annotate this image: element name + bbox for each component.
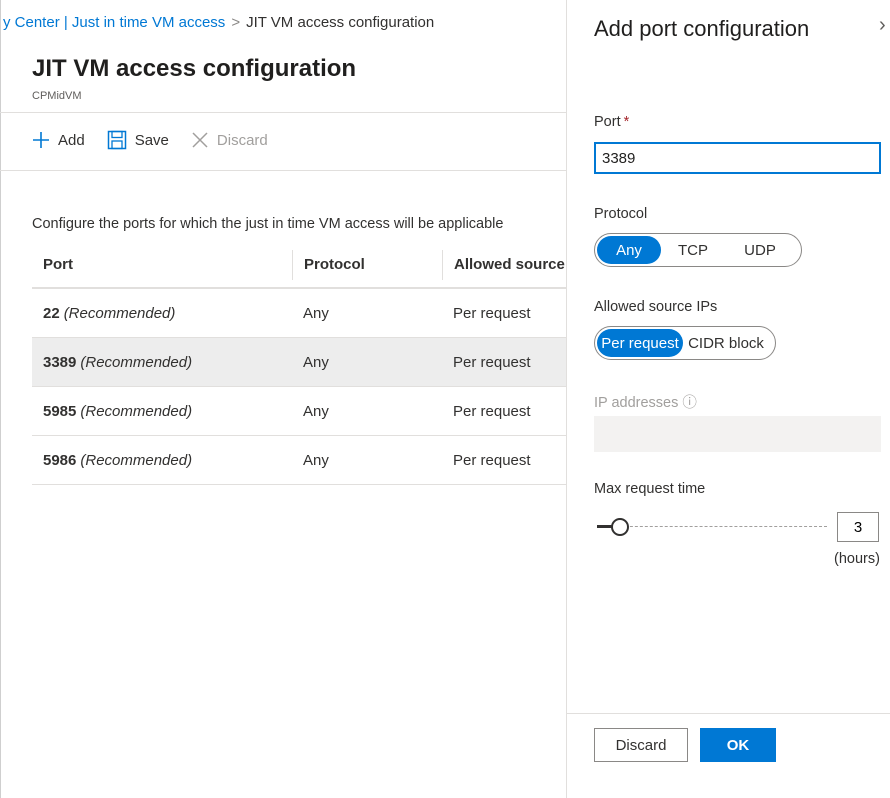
- discard-toolbar-label: Discard: [216, 131, 268, 149]
- source-cell: Per request: [453, 353, 531, 371]
- port-note: (Recommended): [80, 402, 193, 420]
- column-header-allowed-source[interactable]: Allowed source IP: [442, 249, 566, 280]
- port-note: (Recommended): [63, 304, 176, 322]
- max-request-input[interactable]: [837, 512, 879, 542]
- allowed-ips-option-per-request[interactable]: Per request: [597, 329, 683, 357]
- port-cell: 22 (Recommended): [32, 305, 292, 322]
- info-icon[interactable]: ⓘ: [682, 395, 697, 411]
- port-label: Port *: [594, 114, 629, 130]
- max-request-label: Max request time: [594, 481, 706, 497]
- port-label-text: Port: [594, 114, 621, 130]
- port-number: 5985: [43, 402, 77, 420]
- source-cell: Per request: [453, 304, 531, 322]
- table-row[interactable]: 5986 (Recommended) Any Per request: [32, 436, 566, 485]
- port-number: 22: [43, 304, 60, 322]
- breadcrumb-current: JIT VM access configuration: [246, 14, 435, 31]
- protocol-option-any[interactable]: Any: [597, 236, 661, 264]
- source-cell: Per request: [453, 402, 531, 420]
- protocol-label: Protocol: [594, 206, 648, 222]
- jit-config-blade: y Center | Just in time VM access > JIT VM…: [0, 0, 566, 798]
- plus-icon: [32, 131, 50, 149]
- port-note: (Recommended): [80, 451, 193, 469]
- protocol-cell: Any: [303, 451, 329, 469]
- add-port-panel: Add port configuration › Port* Protocol …: [566, 0, 890, 798]
- slider-track: [605, 526, 827, 527]
- hours-label: (hours): [834, 551, 880, 567]
- page-title: JIT VM access configuration: [32, 55, 357, 82]
- protocol-cell: Any: [303, 402, 329, 420]
- port-note: (Recommended): [80, 353, 193, 371]
- discard-toolbar-button[interactable]: Discard: [191, 131, 268, 149]
- protocol-cell: Any: [303, 353, 329, 371]
- column-header-protocol[interactable]: Protocol: [292, 249, 442, 280]
- table-row[interactable]: 3389 (Recommended) Any Per request: [32, 338, 566, 387]
- max-request-slider[interactable]: [597, 517, 827, 537]
- save-button[interactable]: Save: [107, 130, 169, 150]
- breadcrumb-link-jit[interactable]: y Center | Just in time VM access: [3, 14, 225, 31]
- slider-thumb[interactable]: [611, 518, 629, 536]
- source-cell: Per request: [453, 451, 531, 469]
- footer-divider: [567, 713, 890, 714]
- port-cell: 3389 (Recommended): [32, 354, 292, 371]
- allowed-ips-label: Allowed source IPs: [594, 299, 718, 315]
- description-text: Configure the ports for which the just i…: [32, 216, 504, 232]
- allowed-ips-option-cidr-block[interactable]: CIDR block: [683, 329, 769, 357]
- port-number: 3389: [43, 353, 77, 371]
- port-input[interactable]: [594, 142, 881, 174]
- protocol-option-udp[interactable]: UDP: [725, 236, 795, 264]
- protocol-selector: Any TCP UDP: [594, 233, 802, 267]
- port-cell: 5985 (Recommended): [32, 403, 292, 420]
- close-panel-icon[interactable]: ›: [879, 14, 886, 37]
- breadcrumb: y Center | Just in time VM access > JIT VM…: [3, 14, 434, 31]
- required-marker: *: [623, 114, 630, 130]
- add-label: Add: [58, 131, 85, 149]
- ok-button[interactable]: OK: [700, 728, 776, 762]
- port-number: 5986: [43, 451, 77, 469]
- column-header-port[interactable]: Port: [32, 256, 292, 273]
- page-subtitle: CPMidVM: [32, 90, 82, 102]
- table-row[interactable]: 22 (Recommended) Any Per request: [32, 289, 566, 338]
- ip-addresses-input[interactable]: [594, 416, 881, 452]
- allowed-ips-selector: Per request CIDR block: [594, 326, 776, 360]
- discard-button[interactable]: Discard: [594, 728, 688, 762]
- save-icon: [107, 130, 127, 150]
- add-button[interactable]: Add: [32, 131, 85, 149]
- protocol-cell: Any: [303, 304, 329, 322]
- protocol-option-tcp[interactable]: TCP: [661, 236, 725, 264]
- header-divider: [0, 112, 566, 113]
- table-row[interactable]: 5985 (Recommended) Any Per request: [32, 387, 566, 436]
- toolbar-divider: [0, 170, 566, 171]
- save-label: Save: [134, 131, 169, 149]
- ports-table: Port Protocol Allowed source IP 22(Recom…: [32, 242, 566, 485]
- ip-addresses-label: IP addresses ⓘ: [594, 391, 697, 412]
- breadcrumb-separator: >: [231, 14, 241, 31]
- panel-title: Add port configuration: [594, 16, 810, 41]
- toolbar: Add Save Discard: [32, 130, 268, 150]
- close-icon: [191, 131, 209, 149]
- port-cell: 5986 (Recommended): [32, 452, 292, 469]
- ip-addresses-text: IP addresses: [594, 395, 679, 411]
- table-header-row: Port Protocol Allowed source IP: [32, 242, 566, 289]
- blade-edge: [0, 0, 1, 798]
